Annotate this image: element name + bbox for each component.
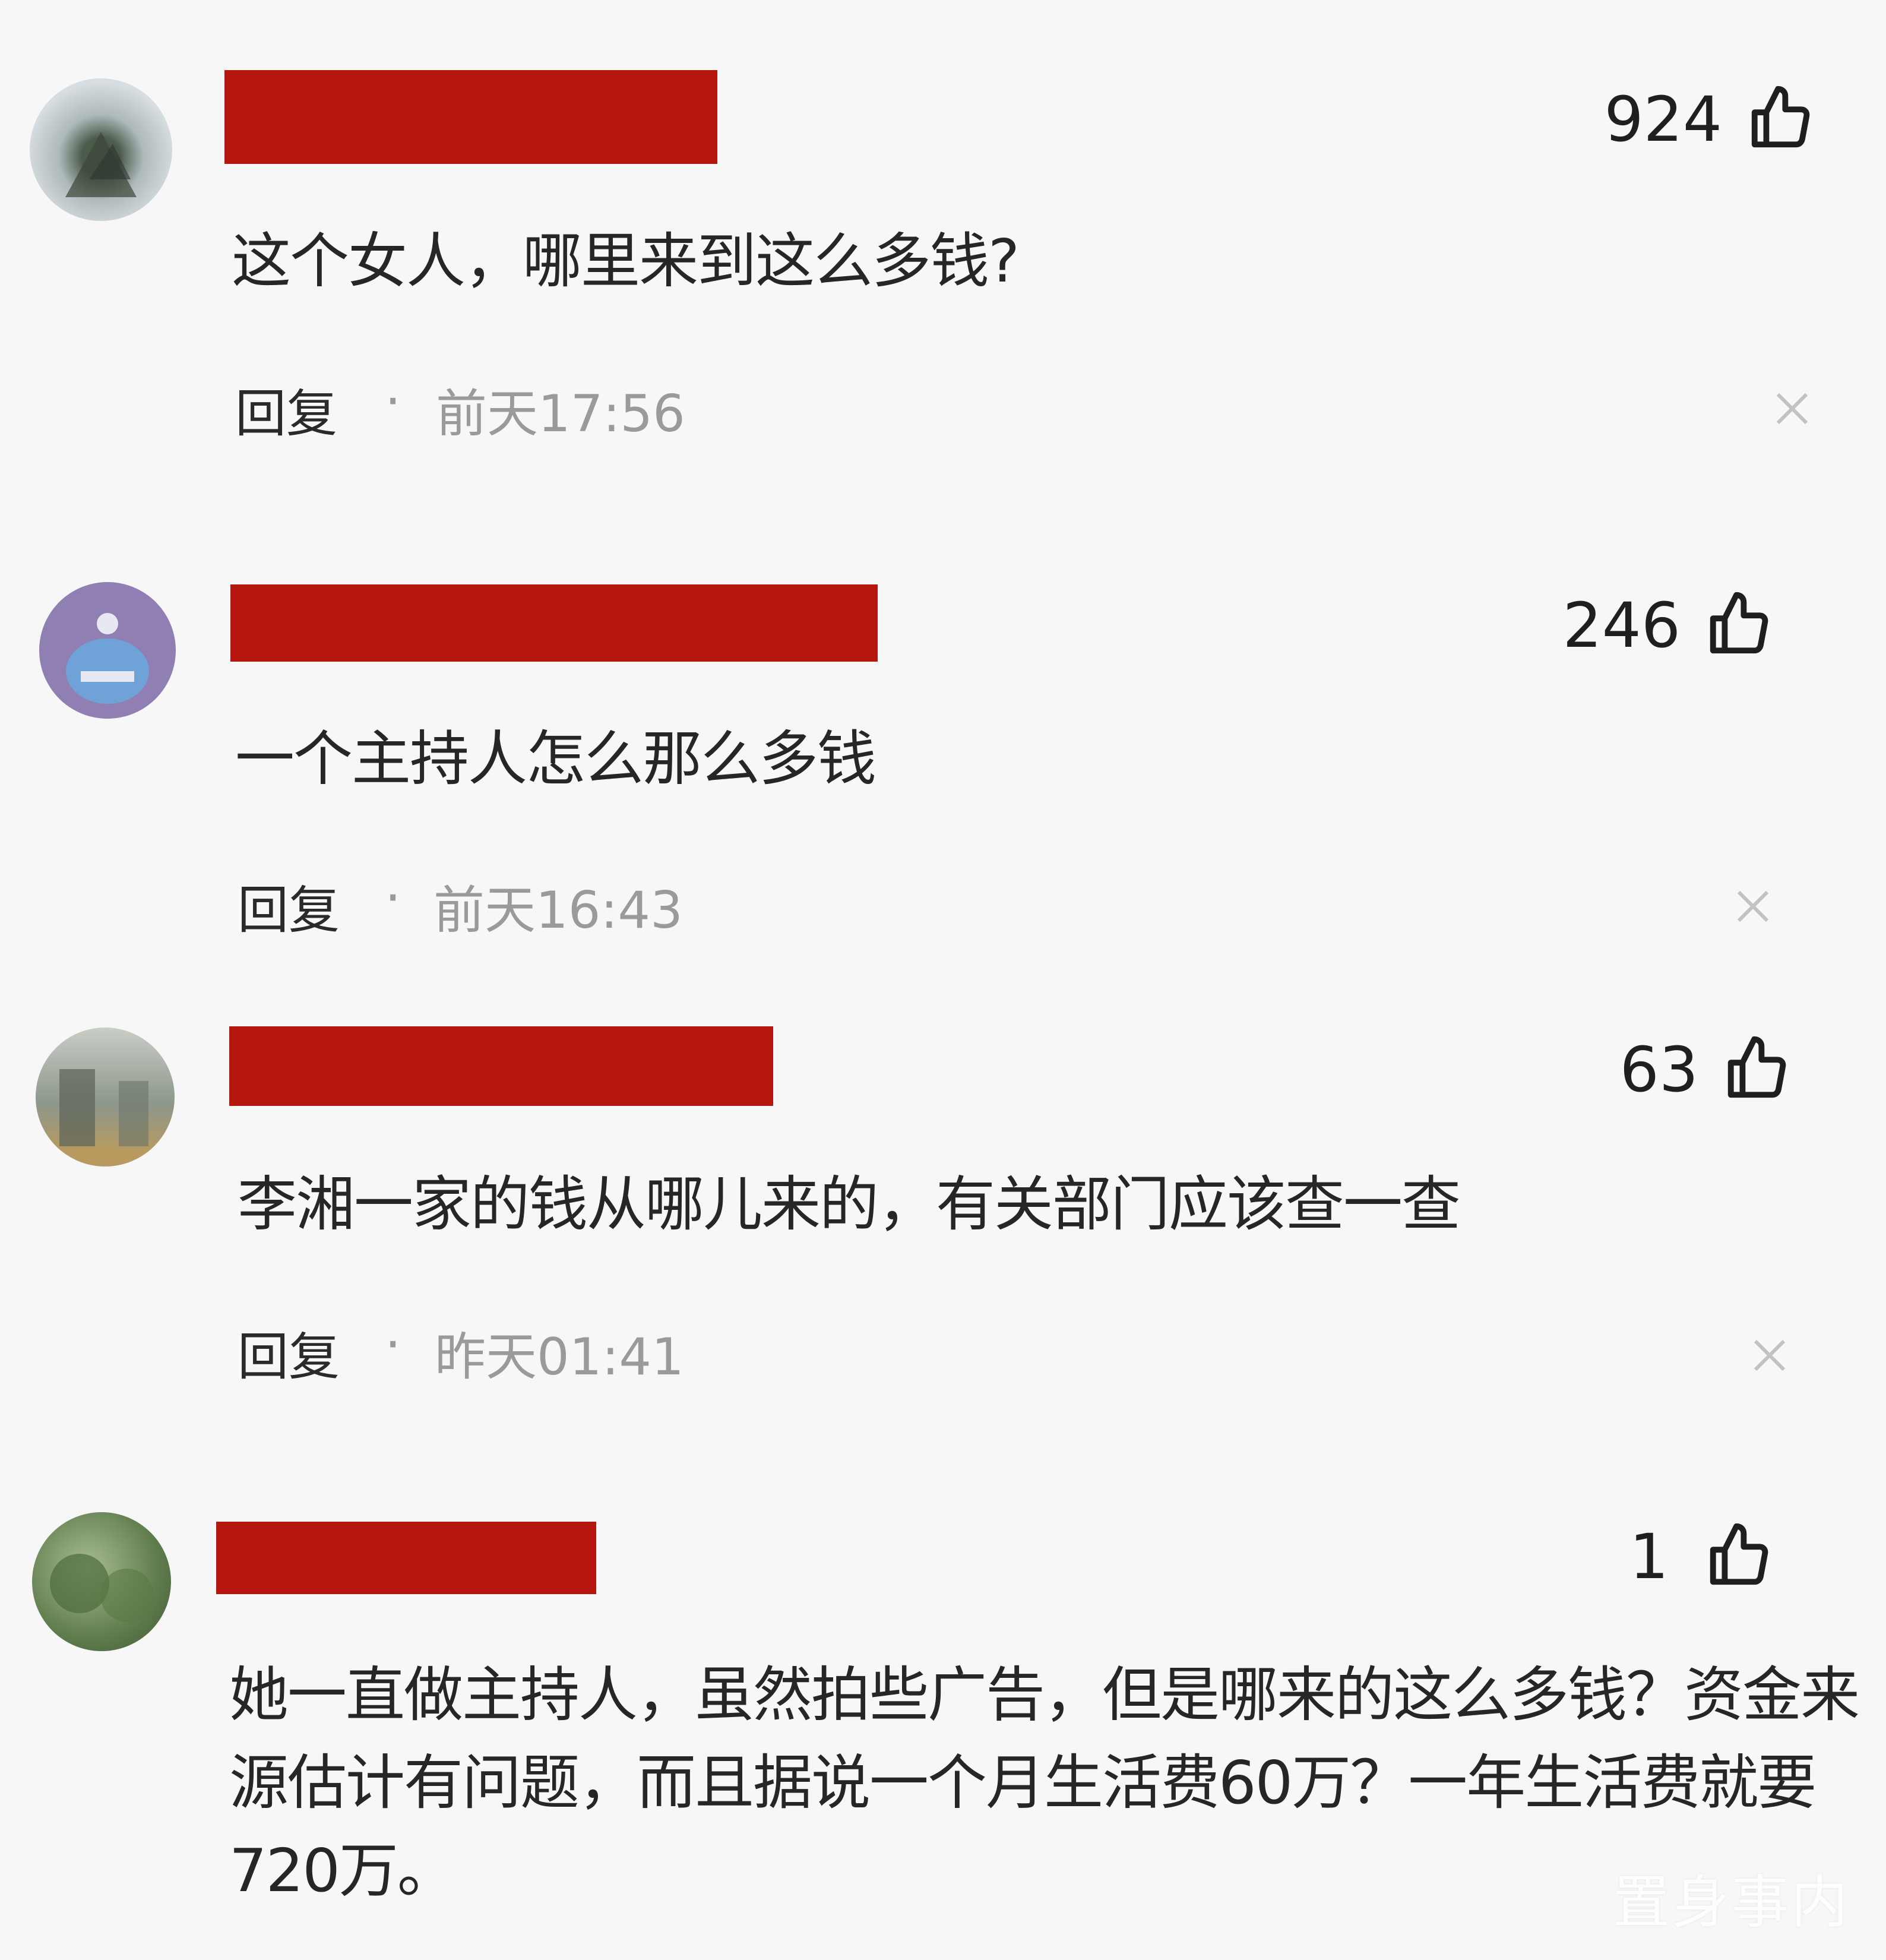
thumbs-up-icon[interactable] [1704,1520,1774,1591]
reply-button[interactable]: 回复 [238,1315,340,1389]
timestamp: 前天16:43 [433,881,683,940]
avatar[interactable] [39,582,176,719]
like-count: 1 [1629,1520,1669,1593]
like-count: 246 [1562,589,1681,662]
thumbs-up-icon[interactable] [1722,1033,1792,1104]
username-redacted[interactable] [224,70,717,164]
separator-dot: · [385,1315,401,1374]
thumbs-up-icon[interactable] [1746,83,1816,153]
avatar[interactable] [32,1512,171,1651]
comment-text: 这个女人，哪里来到这么多钱? [232,226,1020,296]
close-icon[interactable] [1752,1338,1787,1373]
reply-button[interactable]: 回复 [235,372,337,446]
close-icon[interactable] [1774,391,1810,426]
like-count: 63 [1619,1033,1698,1106]
avatar-photo-icon [59,1069,148,1146]
watermark: 置身事内 [1613,1869,1850,1936]
comment-text: 李湘一家的钱从哪儿来的，有关部门应该查一查 [238,1169,1461,1239]
close-icon[interactable] [1735,889,1771,924]
username-redacted[interactable] [230,584,878,662]
comment-text: 一个主持人怎么那么多钱 [235,724,876,794]
avatar-nature-icon [50,1554,154,1622]
separator-dot: · [385,372,401,431]
separator-dot: · [385,868,401,928]
avatar-landscape-icon [65,132,137,197]
avatar[interactable] [36,1028,175,1166]
thumbs-up-icon[interactable] [1704,589,1774,659]
avatar-cartoon-icon [66,613,149,704]
username-redacted[interactable] [229,1026,773,1106]
like-count: 924 [1604,83,1722,156]
username-redacted[interactable] [216,1522,596,1594]
avatar[interactable] [30,78,172,221]
timestamp: 昨天01:41 [435,1327,684,1387]
timestamp: 前天17:56 [436,384,685,444]
reply-button[interactable]: 回复 [238,868,340,943]
